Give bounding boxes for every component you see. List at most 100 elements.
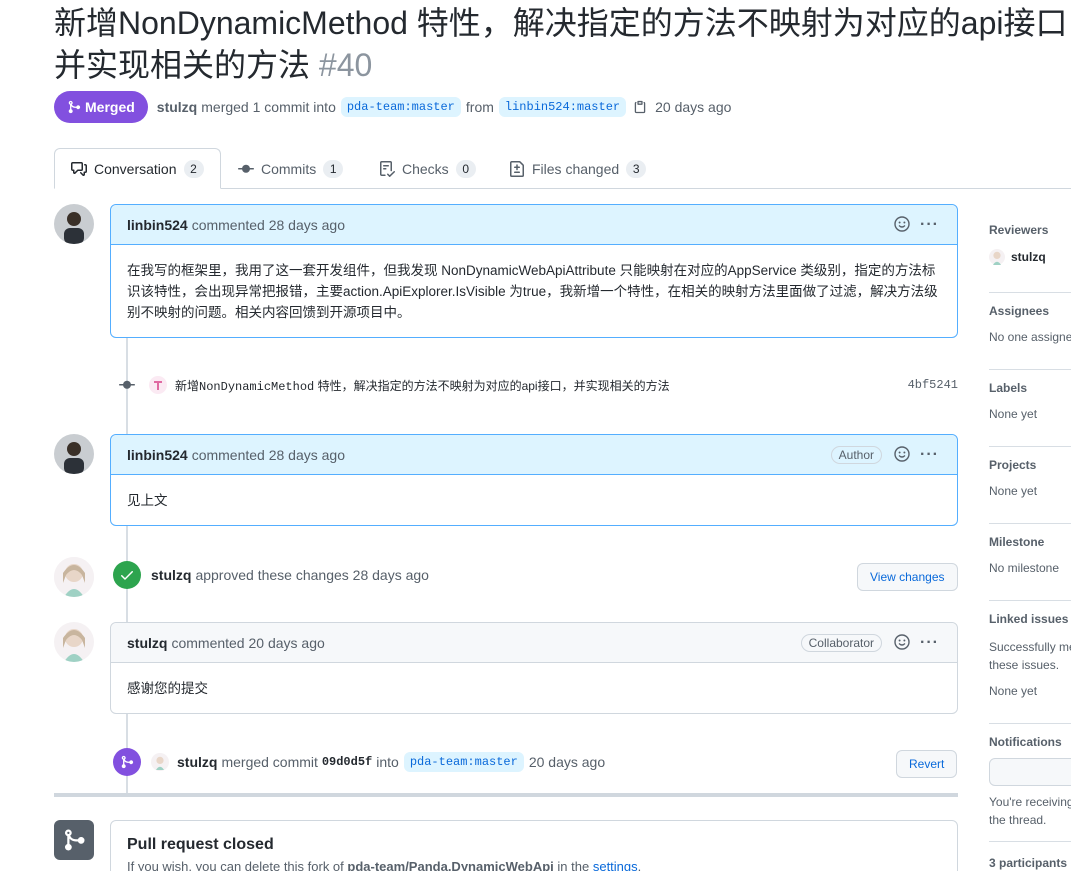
sidebar-labels: Labels None yet <box>989 370 1071 447</box>
avatar-linbin524[interactable] <box>54 204 94 244</box>
comment-1-meta[interactable]: commented 28 days ago <box>192 217 345 233</box>
pr-closed-box: Pull request closed If you wish, you can… <box>110 820 958 871</box>
git-merge-icon-large <box>54 820 94 860</box>
sidebar-linked-desc1: Successfully me <box>989 640 1071 654</box>
commit-message[interactable]: 新增NonDynamicMethod 特性，解决指定的方法不映射为对应的api接… <box>175 377 670 394</box>
tab-files-changed-count: 3 <box>626 159 647 178</box>
comment-3-meta[interactable]: commented 20 days ago <box>171 635 324 651</box>
pr-title-line1: 新增NonDynamicMethod 特性，解决指定的方法不映射为对应的api接… <box>54 5 1068 41</box>
comment-1-header: linbin524 commented 28 days ago ··· <box>111 205 957 245</box>
file-diff-icon <box>510 160 524 177</box>
merge-event-branch[interactable]: pda-team:master <box>403 752 524 772</box>
merge-commit-sha[interactable]: 09d0d5f <box>322 755 372 769</box>
kebab-horizontal-icon[interactable]: ··· <box>920 635 939 651</box>
tab-files-changed[interactable]: Files changed 3 <box>493 148 662 189</box>
revert-button[interactable]: Revert <box>896 750 958 778</box>
collaborator-label: Collaborator <box>800 634 883 652</box>
sidebar-milestone-heading[interactable]: Milestone <box>989 524 1071 549</box>
merge-event-text1: merged commit <box>221 754 318 770</box>
avatar-stulzq-2[interactable] <box>54 622 94 662</box>
commit-row: 新增NonDynamicMethod 特性，解决指定的方法不映射为对应的api接… <box>118 374 958 396</box>
sidebar-labels-heading[interactable]: Labels <box>989 370 1071 395</box>
head-branch[interactable]: linbin524:master <box>498 97 627 117</box>
sidebar-notifications-heading: Notifications <box>989 735 1062 749</box>
kebab-horizontal-icon[interactable]: ··· <box>920 217 939 233</box>
smiley-icon[interactable] <box>894 633 910 653</box>
view-changes-button[interactable]: View changes <box>857 563 958 591</box>
merge-event: stulzq merged commit 09d0d5f into pda-te… <box>113 748 605 776</box>
comment-2-author[interactable]: linbin524 <box>127 447 188 463</box>
merger-link[interactable]: stulzq <box>157 99 197 115</box>
state-label: Merged <box>85 99 135 115</box>
comment-2-actions: Author ··· <box>830 435 939 475</box>
comment-3-body: 感谢您的提交 <box>127 681 208 696</box>
sidebar-assignees: Assignees No one assigne <box>989 293 1071 370</box>
pr-closed-subtitle: If you wish, you can delete this fork of… <box>127 859 941 871</box>
comment-3-actions: Collaborator ··· <box>800 623 939 663</box>
sidebar-reviewers: Reviewers stulzq <box>989 214 1071 293</box>
merge-time: 20 days ago <box>655 99 732 115</box>
checklist-icon <box>380 160 395 177</box>
copy-icon[interactable] <box>633 99 647 115</box>
commit-author-avatar[interactable] <box>149 376 167 394</box>
kebab-horizontal-icon[interactable]: ··· <box>920 447 939 463</box>
tab-checks-count: 0 <box>455 159 476 178</box>
base-branch[interactable]: pda-team:master <box>340 97 461 117</box>
sidebar-linked-heading[interactable]: Linked issues <box>989 601 1071 626</box>
sidebar-assignees-heading[interactable]: Assignees <box>989 293 1071 318</box>
comment-2-body: 见上文 <box>127 493 168 508</box>
comment-3-author[interactable]: stulzq <box>127 635 167 651</box>
merge-icon <box>68 100 81 114</box>
sidebar-reviewer[interactable]: stulzq <box>989 249 1071 265</box>
sidebar-reviewers-heading[interactable]: Reviewers <box>989 214 1071 237</box>
merge-event-time: 20 days ago <box>528 754 606 770</box>
reviewer-avatar <box>989 249 1005 265</box>
review-author[interactable]: stulzq <box>151 567 191 583</box>
tab-commits[interactable]: Commits 1 <box>222 148 359 189</box>
comment-3-header: stulzq commented 20 days ago Collaborato… <box>111 623 957 663</box>
settings-link[interactable]: settings <box>593 859 638 871</box>
comment-1-author[interactable]: linbin524 <box>127 217 188 233</box>
pr-number: #40 <box>318 47 373 83</box>
avatar-stulzq[interactable] <box>54 557 94 597</box>
tab-conversation[interactable]: Conversation 2 <box>54 148 221 189</box>
smiley-icon[interactable] <box>894 445 910 465</box>
sidebar-projects-heading[interactable]: Projects <box>989 447 1071 472</box>
tab-files-changed-label: Files changed <box>532 160 620 177</box>
merger-avatar[interactable] <box>151 753 169 771</box>
pr-title: 新增NonDynamicMethod 特性，解决指定的方法不映射为对应的api接… <box>54 2 1071 86</box>
sidebar-linked-value: None yet <box>989 684 1038 698</box>
sidebar-milestone-value: No milestone <box>989 561 1060 575</box>
merge-event-author[interactable]: stulzq <box>177 754 217 770</box>
comment-1: linbin524 commented 28 days ago ··· 在我写的… <box>110 204 958 338</box>
merge-event-text2: into <box>376 754 399 770</box>
git-merge-icon <box>113 748 141 776</box>
tab-checks[interactable]: Checks 0 <box>363 148 492 189</box>
smiley-icon[interactable] <box>894 215 910 235</box>
commit-sha[interactable]: 4bf5241 <box>908 378 958 392</box>
review-text: approved these changes 28 days ago <box>195 567 429 583</box>
sidebar-notifications-desc2: the thread. <box>989 813 1047 827</box>
from-text: from <box>465 99 494 115</box>
sidebar-assignees-value: No one assigne <box>989 330 1071 344</box>
pr-meta: Merged stulzq merged 1 commit into pda-t… <box>54 91 731 123</box>
sidebar-participants-heading: 3 participants <box>989 856 1068 870</box>
sidebar-notifications: Notifications You're receiving the threa… <box>989 724 1071 842</box>
sidebar-linked-desc2: these issues. <box>989 658 1060 672</box>
tab-conversation-count: 2 <box>183 159 204 178</box>
comment-2-meta[interactable]: commented 28 days ago <box>192 447 345 463</box>
review-event: stulzq approved these changes 28 days ag… <box>113 561 429 589</box>
comment-2-header: linbin524 commented 28 days ago Author ·… <box>111 435 957 475</box>
notifications-subscribe-button[interactable] <box>989 758 1071 786</box>
comment-2: linbin524 commented 28 days ago Author ·… <box>110 434 958 526</box>
comment-3: stulzq commented 20 days ago Collaborato… <box>110 622 958 714</box>
tab-checks-label: Checks <box>402 160 449 177</box>
merge-text: merged 1 commit into <box>201 99 336 115</box>
comment-1-actions: ··· <box>894 205 939 245</box>
timeline-divider <box>54 793 958 797</box>
tab-commits-count: 1 <box>323 159 344 178</box>
sidebar: Reviewers stulzq Assignees No one assign… <box>989 214 1071 870</box>
state-badge: Merged <box>54 91 148 123</box>
avatar-linbin524-2[interactable] <box>54 434 94 474</box>
commit-icon <box>238 164 254 173</box>
